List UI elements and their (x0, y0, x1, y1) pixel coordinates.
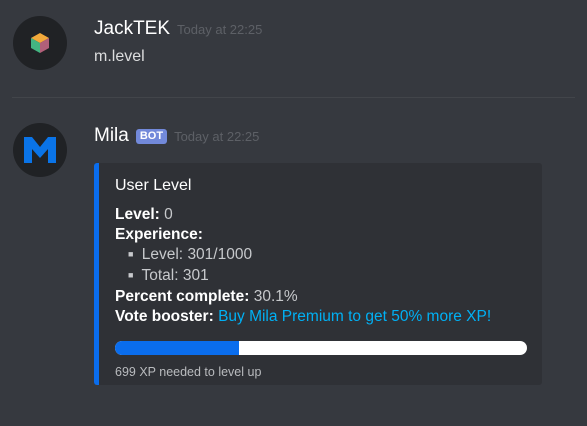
bullet-icon: ■ (128, 249, 134, 259)
mila-m-logo-icon (24, 137, 56, 163)
xp-progress-bar (115, 341, 527, 355)
exp-total-value: 301 (182, 267, 209, 284)
level-value: 0 (164, 206, 173, 223)
xp-progress-fill (115, 341, 239, 355)
timestamp: Today at 22:25 (174, 129, 260, 144)
embed-footer: 699 XP needed to level up (115, 365, 262, 379)
avatar-mila[interactable] (13, 123, 67, 177)
message-header: JackTEK Today at 22:25 (94, 18, 262, 40)
colorful-cube-icon (31, 33, 49, 53)
timestamp: Today at 22:25 (177, 22, 263, 37)
exp-level-label: Level: (141, 246, 184, 263)
premium-link[interactable]: Buy Mila Premium to get 50% more XP! (218, 308, 491, 325)
level-label: Level: (115, 206, 160, 223)
username[interactable]: Mila (94, 125, 129, 147)
experience-line: Experience: (115, 225, 526, 245)
embed-description: Level: 0 Experience: ■ Level: 301/1000 ■… (115, 205, 526, 327)
username[interactable]: JackTEK (94, 18, 170, 40)
percent-value: 30.1% (253, 288, 298, 305)
vote-line: Vote booster: Buy Mila Premium to get 50… (115, 307, 526, 327)
level-embed: User Level Level: 0 Experience: ■ Level:… (94, 163, 542, 385)
message-divider (12, 97, 575, 98)
message-header: Mila BOT Today at 22:25 (94, 125, 259, 147)
exp-total-line: ■ Total: 301 (115, 266, 526, 287)
message-jacktek: JackTEK Today at 22:25 m.level (0, 0, 587, 98)
avatar-jacktek[interactable] (13, 16, 67, 70)
vote-label: Vote booster: (115, 308, 214, 325)
message-mila: Mila BOT Today at 22:25 User Level Level… (0, 99, 587, 426)
percent-label: Percent complete: (115, 288, 250, 305)
experience-label: Experience: (115, 226, 203, 243)
exp-level-value: 301/1000 (187, 246, 253, 263)
bot-badge: BOT (135, 129, 168, 144)
level-line: Level: 0 (115, 205, 526, 225)
exp-level-line: ■ Level: 301/1000 (115, 245, 526, 266)
message-content: m.level (94, 48, 145, 65)
exp-total-label: Total: (141, 267, 179, 284)
percent-line: Percent complete: 30.1% (115, 287, 526, 307)
embed-title: User Level (115, 177, 192, 194)
bullet-icon: ■ (128, 270, 134, 280)
